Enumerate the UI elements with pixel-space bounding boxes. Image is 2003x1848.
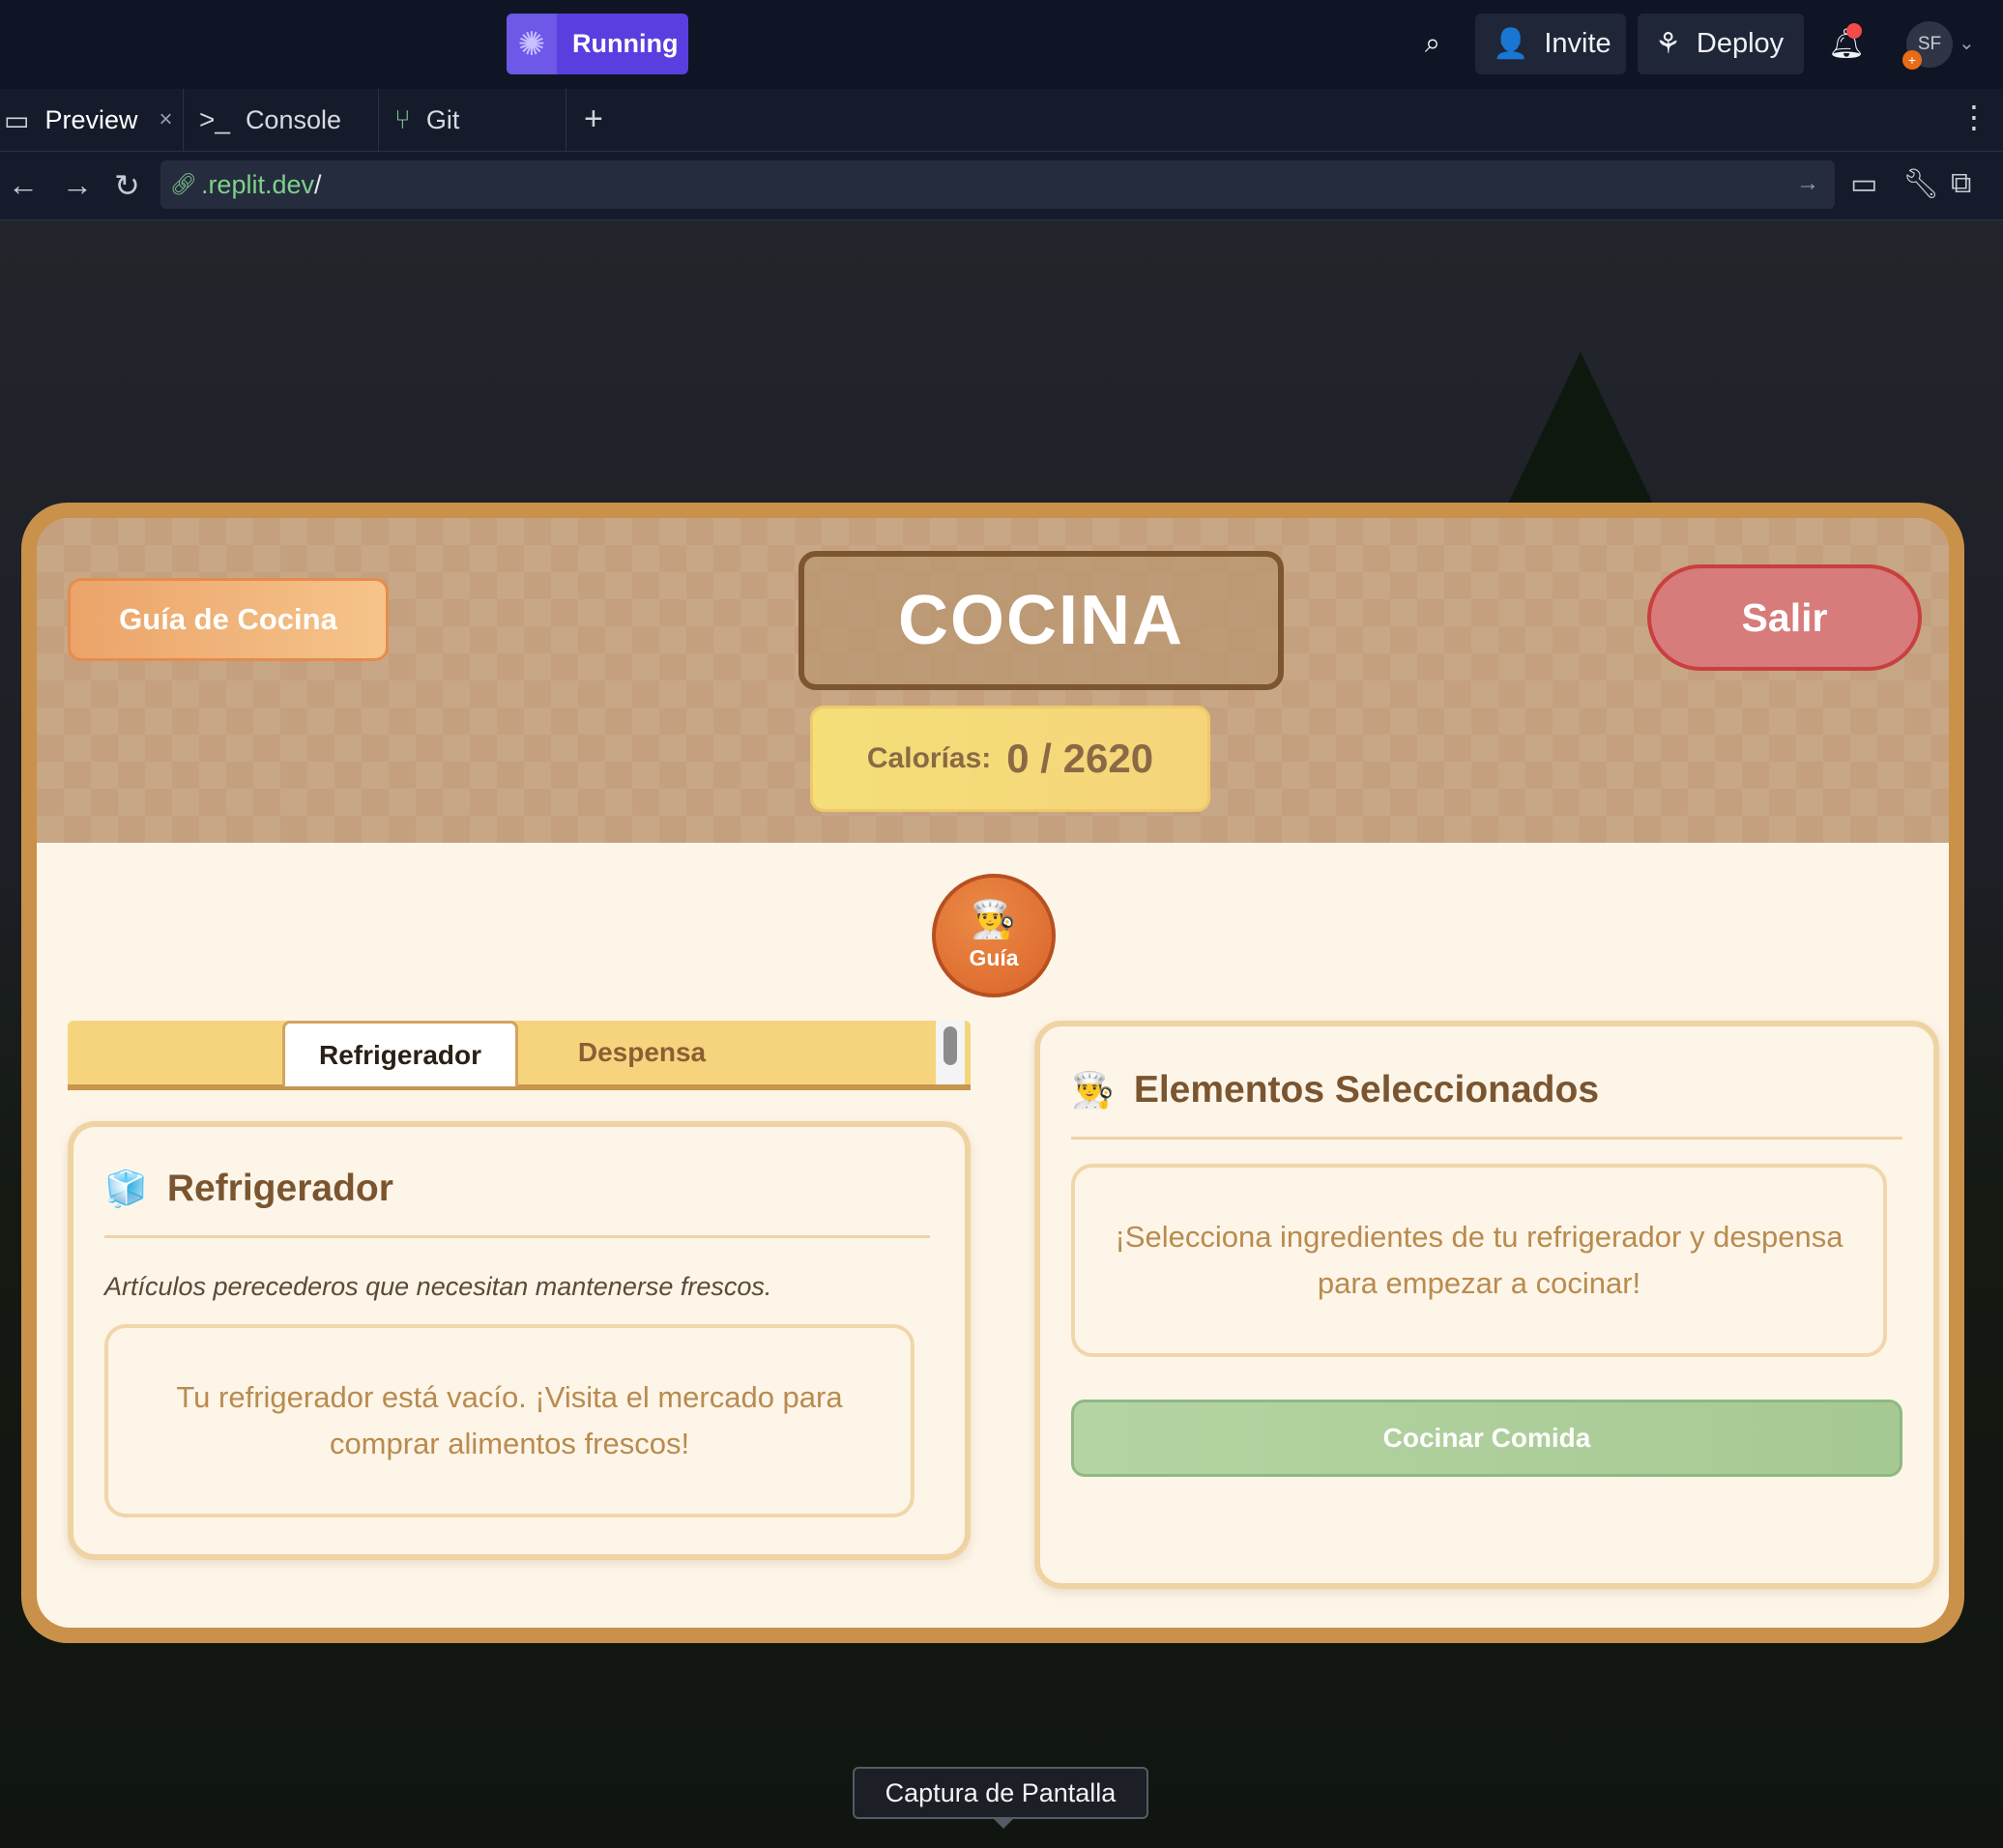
deploy-label: Deploy xyxy=(1696,28,1785,59)
open-external-icon[interactable]: ⧉ xyxy=(1951,167,1971,200)
deploy-icon: ⚘ xyxy=(1655,28,1681,60)
calories-counter: Calorías: 0 / 2620 xyxy=(810,706,1210,812)
link-icon: 🔗︎ xyxy=(170,172,197,196)
preview-address-bar: ← → ↻ 🔗︎ .replit.dev / → ▭ 🔧︎ ⧉ xyxy=(0,152,2003,220)
tab-preview[interactable]: ▭ Preview × xyxy=(0,89,184,151)
tab-git-label: Git xyxy=(425,104,460,134)
calories-label: Calorías: xyxy=(866,742,992,774)
selected-empty-message: ¡Selecciona ingredientes de tu refrigera… xyxy=(1071,1164,1887,1357)
tooltip-arrow xyxy=(992,1817,1015,1829)
invite-label: Invite xyxy=(1544,28,1611,59)
kitchen-header: Guía de Cocina COCINA Calorías: 0 / 2620… xyxy=(37,518,1949,843)
run-status-icon: ✺ xyxy=(507,14,557,74)
divider xyxy=(104,1235,930,1238)
tab-console-label: Console xyxy=(245,104,341,134)
calories-value: 0 / 2620 xyxy=(1006,736,1154,781)
selected-title-text: Elementos Seleccionados xyxy=(1133,1069,1600,1111)
selected-items-panel: 👨‍🍳 Elementos Seleccionados ¡Selecciona … xyxy=(1034,1021,1939,1589)
devtools-wrench-icon[interactable]: 🔧︎ xyxy=(1902,167,1939,201)
avatar-initials: SF xyxy=(1917,34,1942,54)
add-user-icon: 👤 xyxy=(1493,28,1529,60)
ice-cube-icon: 🧊 xyxy=(104,1169,148,1208)
fridge-description: Artículos perecederos que necesitan mant… xyxy=(104,1272,772,1301)
tabs-scrollbar[interactable] xyxy=(936,1021,965,1084)
forward-arrow-icon[interactable]: → xyxy=(62,167,93,203)
chevron-down-icon[interactable]: ⌄ xyxy=(1959,31,1975,55)
close-icon[interactable]: × xyxy=(160,106,173,133)
device-preview-icon[interactable]: ▭ xyxy=(1850,167,1877,201)
search-icon[interactable]: ⌕ xyxy=(1413,14,1452,74)
tab-refrigerador[interactable]: Refrigerador xyxy=(282,1021,518,1086)
git-branch-icon: ⑂ xyxy=(394,104,411,134)
storage-tabs: Refrigerador Despensa xyxy=(68,1021,971,1090)
scrollbar-thumb[interactable] xyxy=(943,1026,957,1065)
url-path: / xyxy=(314,169,322,199)
url-domain: .replit.dev xyxy=(200,169,314,199)
go-arrow-icon[interactable]: → xyxy=(1796,170,1819,197)
invite-button[interactable]: 👤 Invite xyxy=(1475,14,1626,74)
notifications-bell-icon[interactable]: 🔔︎ xyxy=(1828,14,1865,74)
back-arrow-icon[interactable]: ← xyxy=(8,167,39,203)
chef-guide-label: Guía xyxy=(969,944,1019,970)
cook-meal-button[interactable]: Cocinar Comida xyxy=(1071,1400,1902,1477)
chef-icon: 👨‍🍳 xyxy=(1071,1070,1115,1110)
reload-icon[interactable]: ↻ xyxy=(114,167,140,204)
monitor-icon: ▭ xyxy=(4,104,30,135)
chef-guide-button[interactable]: 👨‍🍳 Guía xyxy=(932,874,1056,997)
tab-git[interactable]: ⑂ Git xyxy=(381,89,566,151)
notification-dot xyxy=(1846,23,1862,39)
kitchen-title: COCINA xyxy=(798,551,1284,690)
workspace-tabs: ▭ Preview × >_ Console ⑂ Git + ⋮ xyxy=(0,89,2003,152)
run-button[interactable]: ✺ Running xyxy=(507,14,688,74)
exit-button[interactable]: Salir xyxy=(1647,564,1922,671)
divider xyxy=(1071,1137,1902,1140)
top-bar: ✺ Running ⌕ 👤 Invite ⚘ Deploy 🔔︎ SF + ⌄ xyxy=(0,0,2003,89)
cooking-guide-button[interactable]: Guía de Cocina xyxy=(68,578,389,661)
screenshot-tooltip: Captura de Pantalla xyxy=(853,1767,1148,1819)
kitchen-modal-body: Guía de Cocina COCINA Calorías: 0 / 2620… xyxy=(37,518,1949,1628)
run-button-label: Running xyxy=(572,29,679,58)
fridge-title: 🧊 Refrigerador xyxy=(104,1168,393,1210)
kitchen-modal: Guía de Cocina COCINA Calorías: 0 / 2620… xyxy=(21,503,1964,1643)
selected-title: 👨‍🍳 Elementos Seleccionados xyxy=(1071,1069,1599,1112)
more-options-icon[interactable]: ⋮ xyxy=(1959,99,1989,135)
fridge-empty-message: Tu refrigerador está vacío. ¡Visita el m… xyxy=(104,1324,914,1517)
tab-despensa[interactable]: Despensa xyxy=(522,1021,762,1084)
add-tab-icon[interactable]: + xyxy=(584,101,603,138)
avatar-badge-icon: + xyxy=(1902,50,1922,70)
deploy-button[interactable]: ⚘ Deploy xyxy=(1638,14,1804,74)
fridge-panel: 🧊 Refrigerador Artículos perecederos que… xyxy=(68,1121,971,1560)
tab-preview-label: Preview xyxy=(44,104,138,134)
tab-console[interactable]: >_ Console xyxy=(186,89,379,151)
terminal-icon: >_ xyxy=(199,104,230,134)
chef-icon: 👨‍🍳 xyxy=(971,899,1017,940)
url-input[interactable]: 🔗︎ .replit.dev / → xyxy=(160,160,1835,209)
fridge-title-text: Refrigerador xyxy=(166,1168,393,1209)
